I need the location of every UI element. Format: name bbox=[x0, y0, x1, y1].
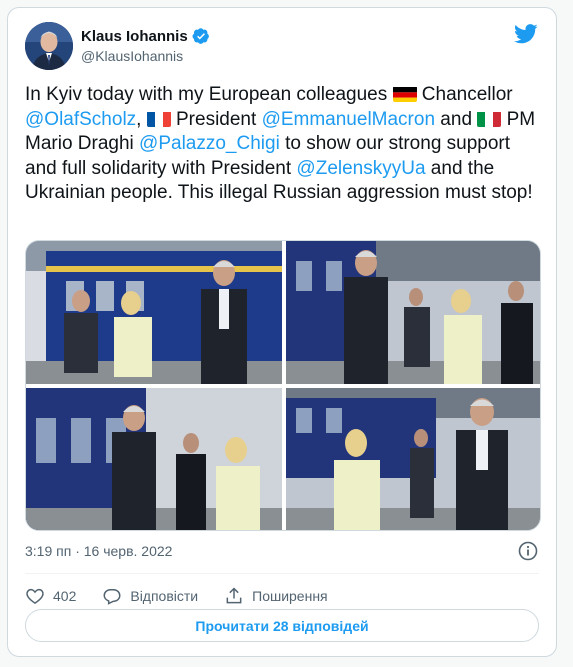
author-name[interactable]: Klaus Iohannis bbox=[81, 28, 188, 45]
tweet-text-segment: and bbox=[435, 108, 478, 130]
italy-flag-icon bbox=[477, 111, 502, 127]
reply-button[interactable]: Відповісти bbox=[102, 586, 198, 606]
avatar-portrait-icon bbox=[25, 22, 73, 70]
twitter-bird-icon[interactable] bbox=[514, 24, 538, 44]
mention-link[interactable]: @ZelenskyyUa bbox=[296, 158, 425, 179]
mention-link[interactable]: @Palazzo_Chigi bbox=[139, 133, 280, 154]
action-bar: 402 Відповісти Поширення bbox=[25, 580, 328, 612]
divider bbox=[25, 573, 539, 574]
photo-2[interactable] bbox=[286, 241, 540, 384]
author-handle[interactable]: @KlausIohannis bbox=[81, 48, 183, 64]
like-button[interactable]: 402 bbox=[25, 586, 76, 606]
mention-link[interactable]: @OlafScholz bbox=[25, 109, 136, 130]
germany-flag-icon bbox=[392, 86, 417, 102]
tweet-text-segment: In Kyiv today with my European colleague… bbox=[25, 84, 393, 105]
photo-1[interactable] bbox=[26, 241, 282, 384]
tweet-text-segment: President bbox=[170, 108, 262, 130]
tweet-timestamp[interactable]: 3:19 пп · 16 черв. 2022 bbox=[25, 543, 172, 559]
photo-3[interactable] bbox=[26, 388, 282, 530]
avatar[interactable] bbox=[25, 22, 73, 70]
france-flag-icon bbox=[146, 111, 171, 127]
photo-4[interactable] bbox=[286, 388, 540, 530]
share-button[interactable]: Поширення bbox=[224, 586, 328, 606]
tweet-text-segment: Chancellor bbox=[416, 84, 513, 105]
reply-label: Відповісти bbox=[130, 588, 199, 604]
photo-grid bbox=[25, 240, 541, 531]
like-count: 402 bbox=[53, 588, 77, 604]
reply-bubble-icon bbox=[103, 589, 121, 605]
tweet-text-segment: , bbox=[136, 108, 147, 130]
heart-icon bbox=[26, 588, 44, 604]
info-icon[interactable] bbox=[518, 541, 538, 561]
share-label: Поширення bbox=[252, 588, 328, 604]
tweet-text: In Kyiv today with my European colleague… bbox=[25, 83, 545, 206]
verified-badge-icon bbox=[192, 28, 209, 44]
author-row: Klaus Iohannis bbox=[81, 27, 210, 45]
share-upload-icon bbox=[226, 587, 242, 604]
tweet-card: Klaus Iohannis @KlausIohannis In Kyiv to… bbox=[7, 7, 557, 657]
mention-link[interactable]: @EmmanuelMacron bbox=[262, 109, 435, 130]
read-replies-button[interactable]: Прочитати 28 відповідей bbox=[25, 609, 539, 642]
